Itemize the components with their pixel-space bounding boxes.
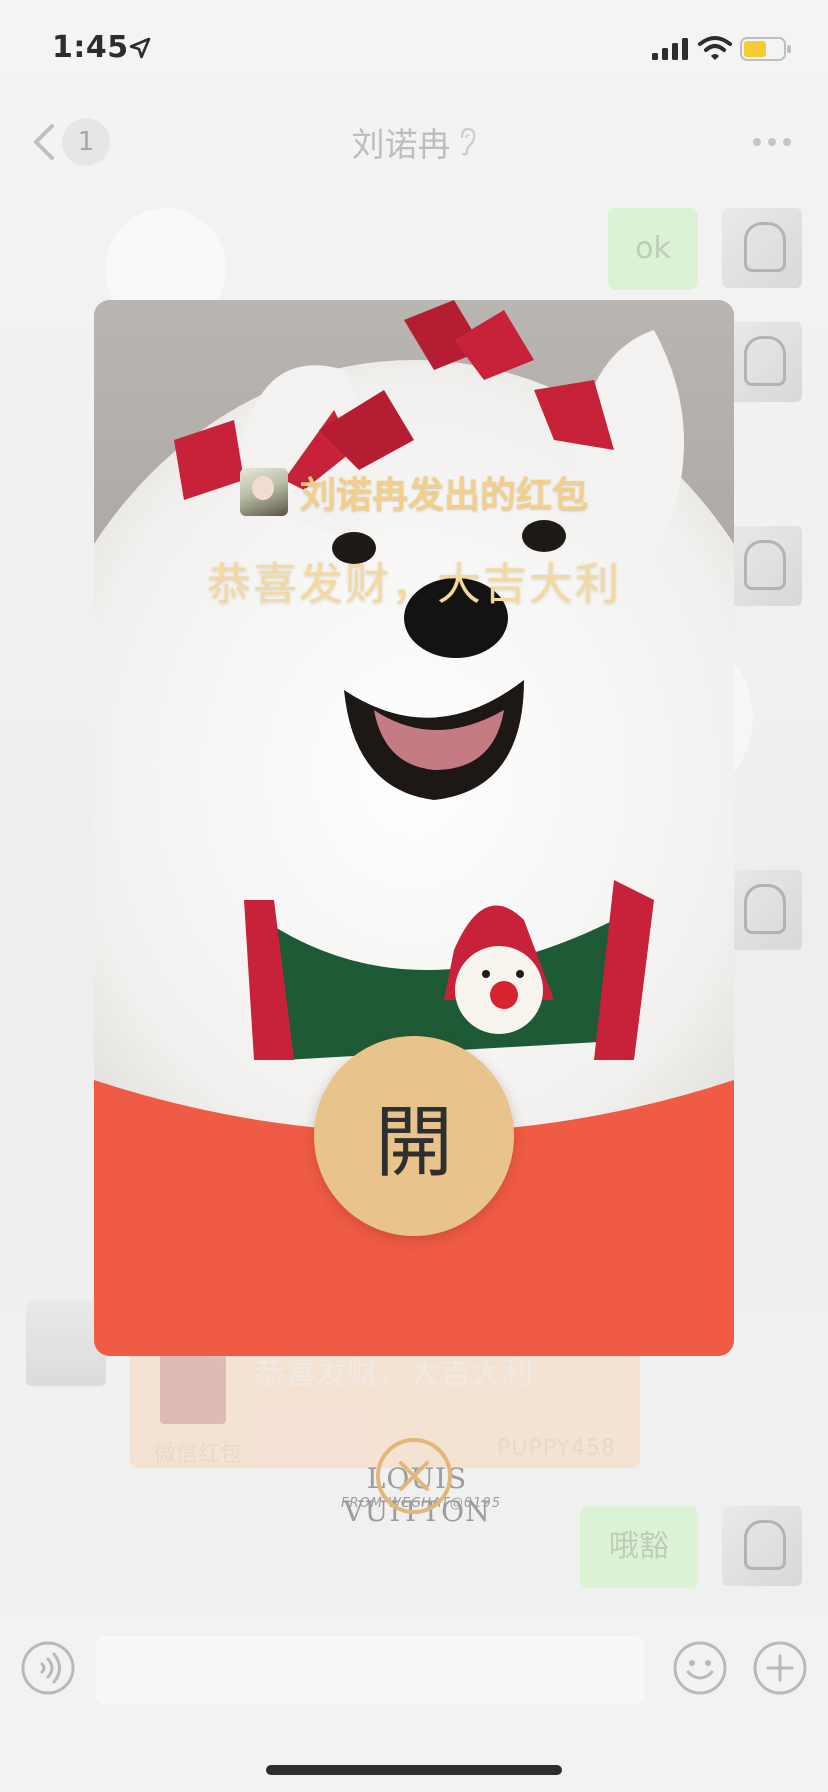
close-icon[interactable] <box>374 1436 454 1516</box>
sender-avatar <box>239 468 288 516</box>
red-packet-modal: 刘诺冉发出的红包 恭喜发财，大吉大利 開 <box>94 300 734 1356</box>
open-button-label: 開 <box>374 1098 453 1188</box>
red-packet-sender: 刘诺冉发出的红包 <box>94 466 734 518</box>
red-packet-greeting: 恭喜发财，大吉大利 <box>207 559 621 610</box>
red-packet-sender-title: 刘诺冉发出的红包 <box>299 475 588 516</box>
open-red-packet-button[interactable]: 開 <box>314 1036 514 1236</box>
